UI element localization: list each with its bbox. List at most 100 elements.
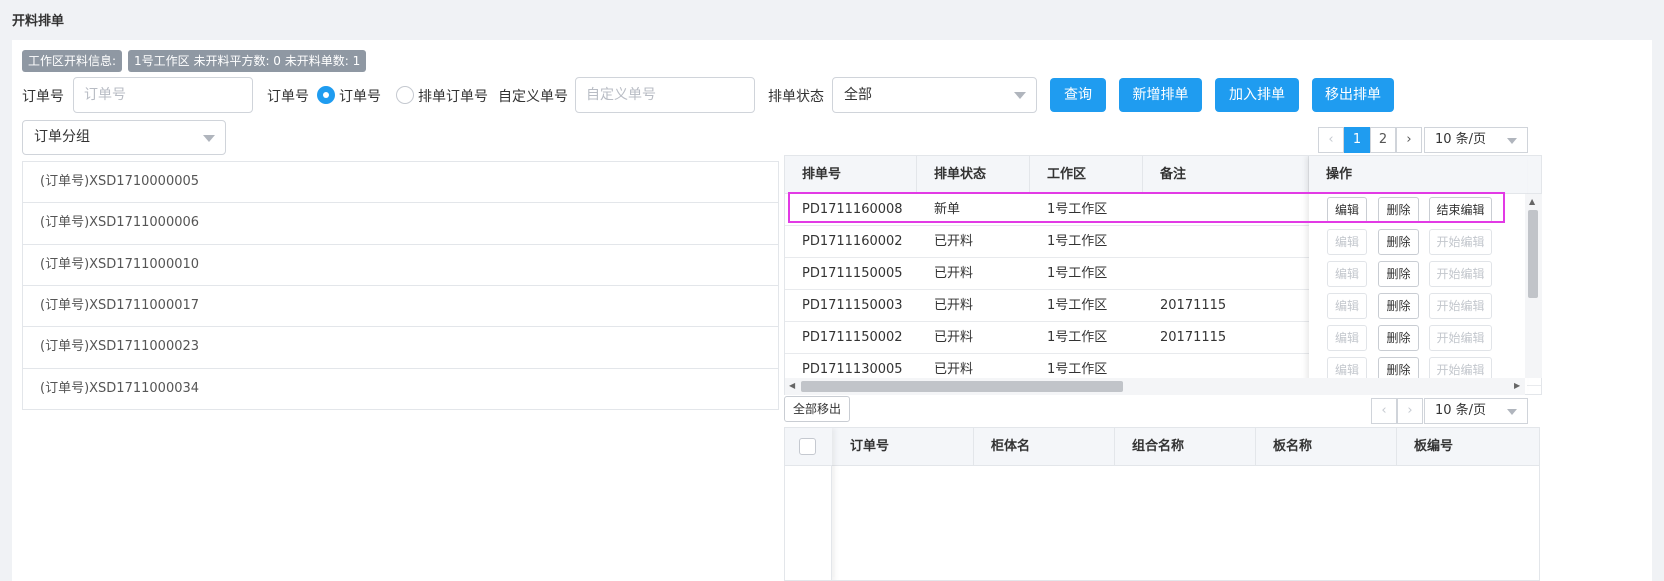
schedule-table: 排单号 排单状态 工作区 备注 PD1711160008 新单 1号工作区 PD… [784, 155, 1542, 395]
end-edit-button[interactable]: 结束编辑 [1429, 197, 1492, 223]
start-edit-button[interactable]: 开始编辑 [1429, 229, 1492, 255]
chevron-down-icon [1014, 92, 1026, 99]
list-item[interactable]: (订单号)XSD1711000017 [23, 286, 778, 328]
order-list: (订单号)XSD1710000005 (订单号)XSD1711000006 (订… [22, 161, 779, 410]
scroll-left-icon[interactable]: ◀ [789, 382, 795, 390]
list-item[interactable]: (订单号)XSD1711000010 [23, 245, 778, 286]
operations-column: 操作 编辑 删除 结束编辑 编辑 删除 开始编辑 编辑 删除 开始编辑 编辑 删… [1309, 156, 1527, 394]
col-header-board-name: 板名称 [1256, 428, 1397, 466]
edit-button[interactable]: 编辑 [1327, 197, 1367, 223]
remove-schedule-button[interactable]: 移出排单 [1312, 78, 1394, 112]
start-edit-button[interactable]: 开始编辑 [1429, 293, 1492, 319]
cell-zone: 1号工作区 [1047, 330, 1108, 345]
col-header-order-no: 订单号 [833, 428, 974, 466]
horizontal-scroll-thumb[interactable] [801, 381, 1123, 392]
info-label-tag: 工作区开料信息: [22, 50, 123, 72]
delete-button[interactable]: 删除 [1378, 229, 1419, 255]
cell-note [1143, 258, 1160, 290]
radio-schedule-order-no[interactable] [396, 86, 414, 104]
list-item[interactable]: (订单号)XSD1711000034 [23, 369, 778, 410]
cell-note [1143, 194, 1160, 226]
col-header-combo-name: 组合名称 [1115, 428, 1256, 466]
delete-button[interactable]: 删除 [1378, 261, 1419, 287]
detail-table-header: 订单号 柜体名 组合名称 板名称 板编号 [785, 428, 1539, 466]
status-label: 排单状态 [768, 89, 824, 105]
list-item[interactable]: (订单号)XSD1711000006 [23, 203, 778, 245]
order-no-input[interactable] [73, 77, 253, 113]
select-all-checkbox[interactable] [799, 438, 816, 455]
next-page-icon[interactable]: › [1397, 398, 1423, 424]
horizontal-scrollbar[interactable]: ◀ ▶ [785, 378, 1525, 395]
list-item[interactable]: (订单号)XSD1711000023 [23, 327, 778, 369]
page-1-button[interactable]: 1 [1344, 127, 1370, 153]
status-select-value: 全部 [844, 87, 872, 103]
order-type-label: 订单号 [267, 89, 309, 105]
edit-button[interactable]: 编辑 [1327, 325, 1367, 351]
page-size-value: 10 条/页 [1435, 132, 1487, 147]
add-schedule-button[interactable]: 新增排单 [1119, 78, 1202, 112]
cell-status: 新单 [934, 202, 961, 217]
start-edit-button[interactable]: 开始编辑 [1429, 261, 1492, 287]
prev-page-icon[interactable]: ‹ [1371, 398, 1397, 424]
vertical-scroll-thumb[interactable] [1528, 210, 1538, 298]
order-group-select[interactable]: 订单分组 [22, 120, 226, 155]
col-header-schedule-no: 排单号 [785, 156, 917, 194]
checkbox-column [785, 428, 832, 580]
order-group-value: 订单分组 [34, 129, 90, 145]
chevron-down-icon [1507, 409, 1517, 415]
pagination-top: ‹ 1 2 › 10 条/页 [1318, 127, 1528, 153]
page-2-button[interactable]: 2 [1370, 127, 1396, 153]
cell-schedule-no: PD1711150002 [802, 330, 903, 345]
cell-note: 20171115 [1160, 330, 1227, 345]
join-schedule-button[interactable]: 加入排单 [1215, 78, 1299, 112]
remove-all-button[interactable]: 全部移出 [784, 396, 851, 422]
start-edit-button[interactable]: 开始编辑 [1429, 325, 1492, 351]
radio-order-no[interactable] [317, 86, 335, 104]
col-header-status: 排单状态 [917, 156, 1030, 194]
page-size-value: 10 条/页 [1435, 403, 1487, 418]
custom-no-input[interactable] [575, 77, 755, 113]
cell-schedule-no: PD1711150005 [802, 266, 903, 281]
col-header-note: 备注 [1143, 156, 1309, 194]
cell-zone: 1号工作区 [1047, 298, 1108, 313]
radio-order-no-label[interactable]: 订单号 [339, 86, 381, 106]
delete-button[interactable]: 删除 [1378, 325, 1419, 351]
vertical-scrollbar[interactable]: ▲ [1525, 194, 1542, 378]
cell-schedule-no: PD1711160008 [802, 202, 903, 217]
radio-schedule-order-no-label[interactable]: 排单订单号 [418, 86, 488, 106]
page-title: 开料排单 [12, 14, 65, 29]
chevron-down-icon [1507, 138, 1517, 144]
cell-note [1143, 226, 1160, 258]
cell-schedule-no: PD1711150003 [802, 298, 903, 313]
edit-button[interactable]: 编辑 [1327, 261, 1367, 287]
list-item[interactable]: (订单号)XSD1710000005 [23, 162, 778, 204]
page-size-select[interactable]: 10 条/页 [1424, 398, 1528, 424]
cell-status: 已开料 [934, 266, 974, 281]
info-detail-tag: 1号工作区 未开料平方数: 0 未开料单数: 1 [128, 50, 367, 72]
page-size-select[interactable]: 10 条/页 [1424, 127, 1528, 153]
scroll-up-icon[interactable]: ▲ [1529, 198, 1535, 206]
col-header-board-no: 板编号 [1414, 439, 1454, 454]
cell-status: 已开料 [934, 234, 974, 249]
col-header-operations: 操作 [1309, 156, 1527, 194]
chevron-down-icon [203, 135, 215, 142]
next-page-icon[interactable]: › [1396, 127, 1422, 153]
custom-no-label: 自定义单号 [498, 89, 568, 105]
edit-button[interactable]: 编辑 [1327, 293, 1367, 319]
scroll-right-icon[interactable]: ▶ [1514, 382, 1520, 390]
detail-table: 订单号 柜体名 组合名称 板名称 板编号 [784, 427, 1540, 581]
cell-schedule-no: PD1711160002 [802, 234, 903, 249]
cell-zone: 1号工作区 [1047, 234, 1108, 249]
cell-note: 20171115 [1160, 298, 1227, 313]
col-header-zone: 工作区 [1030, 156, 1143, 194]
prev-page-icon[interactable]: ‹ [1318, 127, 1344, 153]
order-no-label: 订单号 [22, 89, 64, 105]
edit-button[interactable]: 编辑 [1327, 229, 1367, 255]
cell-status: 已开料 [934, 298, 974, 313]
cell-zone: 1号工作区 [1047, 202, 1108, 217]
delete-button[interactable]: 删除 [1378, 293, 1419, 319]
query-button[interactable]: 查询 [1050, 78, 1106, 112]
status-select[interactable]: 全部 [832, 77, 1037, 113]
delete-button[interactable]: 删除 [1378, 197, 1419, 223]
cell-status: 已开料 [934, 330, 974, 345]
